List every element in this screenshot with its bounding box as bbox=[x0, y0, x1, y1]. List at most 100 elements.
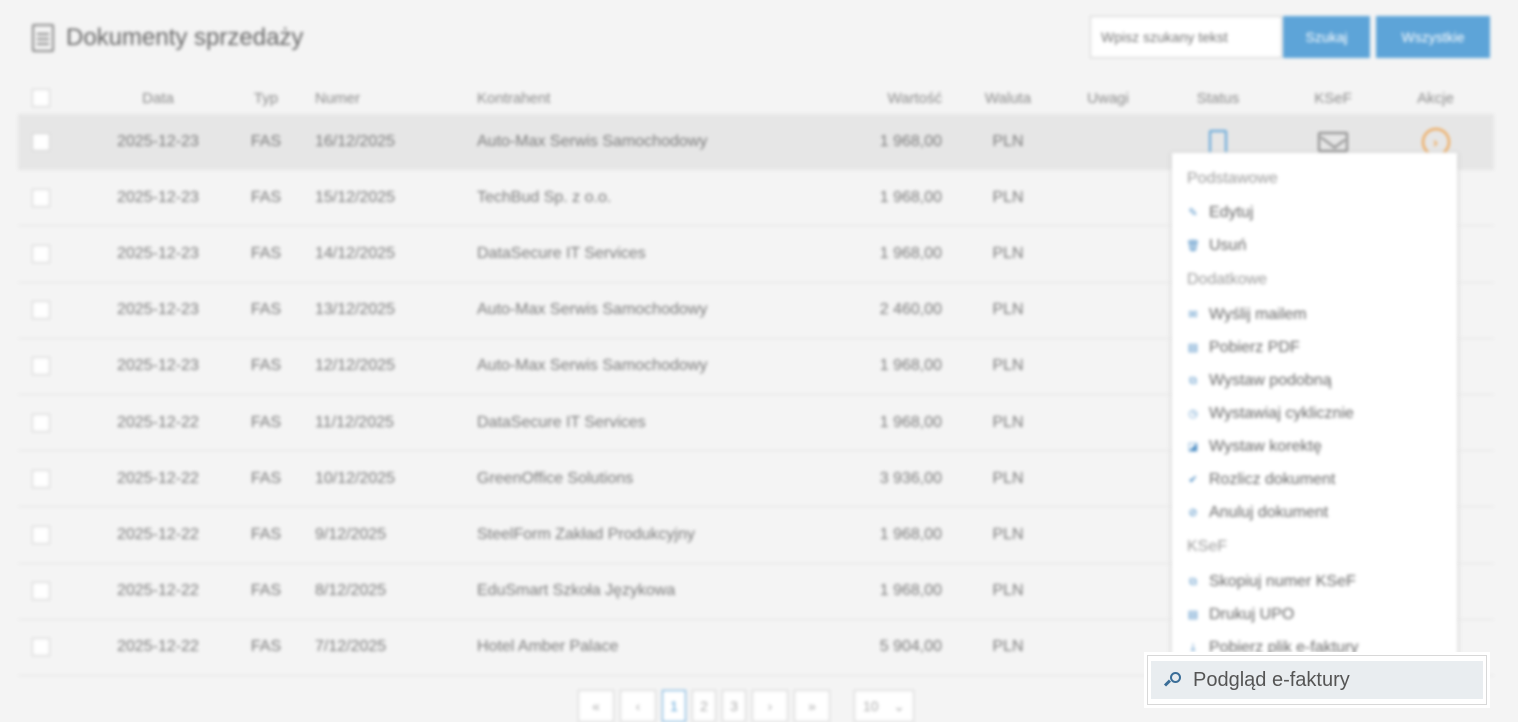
page-size-value: 10 bbox=[863, 698, 879, 714]
menu-item-pobierz-pdf[interactable]: ▤ Pobierz PDF bbox=[1172, 332, 1459, 364]
col-numer[interactable]: Numer bbox=[315, 82, 465, 114]
cell-kontrahent: TechBud Sp. z o.o. bbox=[477, 188, 612, 206]
row-checkbox[interactable] bbox=[32, 301, 50, 320]
col-uwagi: Uwagi bbox=[1087, 89, 1129, 107]
page-header: Dokumenty sprzedaży Szukaj Wszystkie bbox=[0, 0, 1518, 80]
menu-item-edytuj[interactable]: ✎ Edytuj bbox=[1172, 197, 1459, 229]
menu-item-label: Wystawiaj cyklicznie bbox=[1209, 405, 1354, 422]
cell-numer: 16/12/2025 bbox=[315, 132, 396, 150]
menu-item-label: Wystaw podobną bbox=[1209, 372, 1332, 389]
menu-item-wystaw-korekte[interactable]: ◪ Wystaw korektę bbox=[1172, 431, 1459, 463]
col-kontrahent[interactable]: Kontrahent bbox=[477, 82, 857, 114]
menu-item-drukuj-upo[interactable]: ▤ Drukuj UPO bbox=[1172, 599, 1459, 631]
search-icon bbox=[1163, 672, 1181, 688]
mail-icon[interactable] bbox=[1318, 131, 1348, 152]
col-wartosc[interactable]: Wartość bbox=[838, 82, 942, 114]
menu-item-wystaw-podobna[interactable]: ⧉ Wystaw podobną bbox=[1172, 365, 1459, 397]
cell-numer: 15/12/2025 bbox=[315, 188, 396, 206]
last-page-icon[interactable]: » bbox=[794, 690, 830, 722]
download-icon: ⤓ bbox=[1190, 641, 1196, 654]
row-checkbox[interactable] bbox=[32, 132, 50, 151]
cell-numer: 13/12/2025 bbox=[315, 301, 396, 319]
cell-data: 2025-12-23 bbox=[117, 301, 199, 319]
document-icon bbox=[32, 24, 54, 52]
cell-waluta: PLN bbox=[992, 525, 1024, 543]
row-checkbox[interactable] bbox=[32, 582, 50, 601]
cell-numer: 10/12/2025 bbox=[315, 469, 396, 487]
cell-wartosc: 1 968,00 bbox=[879, 525, 942, 543]
select-all-checkbox-cell[interactable] bbox=[32, 82, 52, 114]
page-title: Dokumenty sprzedaży bbox=[66, 24, 304, 51]
cell-typ: FAS bbox=[250, 525, 282, 543]
cell-wartosc: 3 936,00 bbox=[879, 469, 942, 487]
cell-numer: 7/12/2025 bbox=[315, 638, 387, 656]
menu-section-dodatkowe: Dodatkowe bbox=[1187, 271, 1268, 288]
menu-item-wyslij-mailem[interactable]: ✉ Wyślij mailem bbox=[1172, 299, 1459, 331]
note-icon: ◪ bbox=[1187, 440, 1199, 453]
podglad-e-faktury-row[interactable]: Podgląd e-faktury bbox=[1151, 661, 1483, 699]
cell-data: 2025-12-22 bbox=[117, 469, 199, 487]
menu-item-usun[interactable]: 🗑 Usuń bbox=[1172, 230, 1459, 262]
menu-item-label: Edytuj bbox=[1209, 204, 1254, 221]
row-checkbox[interactable] bbox=[32, 357, 50, 376]
cell-kontrahent: DataSecure IT Services bbox=[477, 413, 646, 431]
menu-section-podstawowe: Podstawowe bbox=[1187, 170, 1278, 187]
menu-item-label: Wyślij mailem bbox=[1209, 306, 1307, 323]
cell-waluta: PLN bbox=[992, 638, 1024, 656]
menu-item-anuluj-dokument[interactable]: ⊘ Anuluj dokument bbox=[1172, 497, 1459, 529]
col-akcje: Akcje bbox=[1417, 89, 1454, 107]
prev-page-icon[interactable]: ‹ bbox=[620, 690, 656, 722]
page-size-select[interactable]: 10 ⌄ bbox=[854, 690, 914, 722]
page-1[interactable]: 1 bbox=[662, 690, 686, 722]
menu-item-wystawiaj-cyklicznie[interactable]: ◷ Wystawiaj cyklicznie bbox=[1172, 398, 1459, 430]
cell-typ: FAS bbox=[250, 357, 282, 375]
first-page-icon[interactable]: « bbox=[578, 690, 614, 722]
menu-item-label: Drukuj UPO bbox=[1209, 606, 1295, 623]
menu-item-label: Anuluj dokument bbox=[1209, 504, 1329, 521]
col-typ[interactable]: Typ bbox=[246, 82, 286, 114]
col-waluta[interactable]: Waluta bbox=[978, 82, 1038, 114]
cell-kontrahent: Auto-Max Serwis Samochodowy bbox=[477, 132, 708, 150]
cell-kontrahent: GreenOffice Solutions bbox=[477, 469, 634, 487]
menu-item-rozlicz-dokument[interactable]: ✔ Rozlicz dokument bbox=[1172, 464, 1459, 496]
page-3[interactable]: 3 bbox=[722, 690, 746, 722]
cell-wartosc: 1 968,00 bbox=[879, 413, 942, 431]
menu-item-skopiuj-numer-ksef[interactable]: ⧉ Skopiuj numer KSeF bbox=[1172, 566, 1459, 598]
row-checkbox[interactable] bbox=[32, 188, 50, 207]
row-checkbox[interactable] bbox=[32, 638, 50, 657]
print-icon: ▤ bbox=[1187, 608, 1199, 621]
cell-data: 2025-12-22 bbox=[117, 582, 199, 600]
menu-item-podglad-e-faktury[interactable]: Podgląd e-faktury bbox=[1147, 655, 1487, 705]
cell-typ: FAS bbox=[250, 413, 282, 431]
cell-wartosc: 2 460,00 bbox=[879, 301, 942, 319]
copy-icon: ⧉ bbox=[1189, 374, 1197, 387]
show-all-button[interactable]: Wszystkie bbox=[1376, 16, 1490, 58]
next-page-icon[interactable]: › bbox=[752, 690, 788, 722]
clock-icon: ◷ bbox=[1188, 407, 1198, 420]
row-checkbox[interactable] bbox=[32, 469, 50, 488]
document-status-icon[interactable] bbox=[1209, 129, 1227, 154]
cell-kontrahent: Auto-Max Serwis Samochodowy bbox=[477, 301, 708, 319]
row-checkbox[interactable] bbox=[32, 413, 50, 432]
menu-item-label: Wystaw korektę bbox=[1209, 438, 1322, 455]
cell-data: 2025-12-23 bbox=[117, 244, 199, 262]
menu-item-label: Podgląd e-faktury bbox=[1193, 668, 1350, 691]
cell-wartosc: 1 968,00 bbox=[879, 244, 942, 262]
cell-wartosc: 1 968,00 bbox=[879, 132, 942, 150]
col-status: Status bbox=[1196, 89, 1240, 107]
page-2[interactable]: 2 bbox=[692, 690, 716, 722]
col-ksef: KSeF bbox=[1314, 89, 1352, 107]
search-input[interactable] bbox=[1090, 16, 1282, 58]
select-all-checkbox[interactable] bbox=[32, 89, 50, 107]
pagination: « ‹ 1 2 3 › » 10 ⌄ bbox=[578, 690, 914, 722]
cell-data: 2025-12-22 bbox=[117, 525, 199, 543]
cell-kontrahent: DataSecure IT Services bbox=[477, 244, 646, 262]
cell-waluta: PLN bbox=[992, 582, 1024, 600]
menu-item-label: Pobierz PDF bbox=[1209, 339, 1300, 356]
cell-wartosc: 5 904,00 bbox=[879, 638, 942, 656]
search-button[interactable]: Szukaj bbox=[1283, 16, 1370, 58]
row-checkbox[interactable] bbox=[32, 244, 50, 263]
row-checkbox[interactable] bbox=[32, 525, 50, 544]
cell-waluta: PLN bbox=[992, 188, 1024, 206]
col-data[interactable]: Data bbox=[98, 82, 218, 114]
